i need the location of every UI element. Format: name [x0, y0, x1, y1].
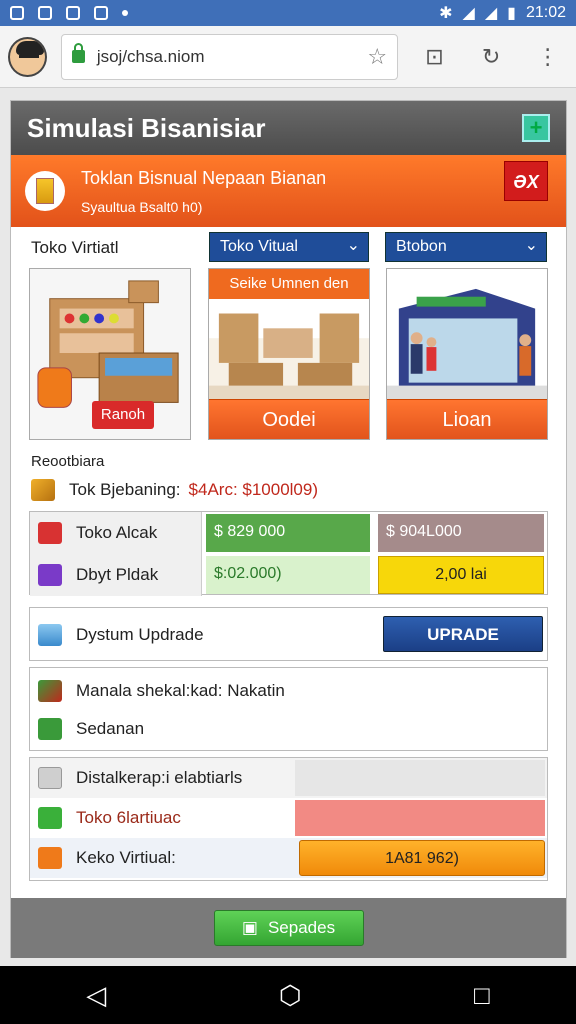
summary-label: Keko Virtiual: [76, 848, 176, 867]
banner-subtitle: Syaultua Bsalt0 h0) [81, 198, 203, 215]
wifi-icon: ◢ [462, 5, 475, 22]
stock-action-button[interactable]: 2,00 lai [378, 556, 544, 594]
banner-badge[interactable]: ƏX [504, 161, 548, 201]
cube-icon [38, 624, 62, 646]
card-tag: Ranoh [92, 401, 154, 429]
info-text: Sedanan [76, 719, 145, 738]
app-title: Simulasi Bisanisiar [27, 112, 266, 143]
stock-value: $ 829 000 [206, 514, 370, 552]
notification-icon [94, 6, 108, 20]
notification-icon [10, 6, 24, 20]
order-button[interactable]: Oodei [209, 399, 369, 439]
store-type-select[interactable]: Toko Vitual ⌄ [209, 232, 369, 262]
star-icon[interactable]: ☆ [367, 44, 387, 70]
recents-icon[interactable]: □ [474, 980, 490, 1011]
location-select[interactable]: Btobon ⌄ [385, 232, 547, 262]
store-card-shop[interactable]: Seike Umnen den Oodei [208, 268, 370, 440]
home-icon[interactable]: ⬡ [279, 980, 302, 1011]
card-header: Seike Umnen den [209, 269, 369, 299]
summary-action-button[interactable]: 1A81 962) [299, 840, 545, 876]
info-panel: Manala shekal:kad: Nakatin Sedanan [29, 667, 548, 751]
budget-value: $4Arc: $1000l09) [188, 480, 319, 499]
store-logo-icon [25, 171, 65, 211]
box-icon [38, 564, 62, 586]
stock-table: Toko Alcak $ 829 000 $ 904L000 Dbyt Plda… [29, 511, 548, 596]
item-icon [38, 522, 62, 544]
signal-icon: ◢ [484, 5, 498, 22]
notification-icon [38, 6, 52, 20]
lock-icon [71, 43, 85, 63]
upgrade-label: Dystum Updrade [76, 625, 204, 644]
dot-icon [122, 10, 128, 16]
address-bar[interactable]: jsoj/chsa.niom ☆ [60, 33, 399, 80]
summary-panel: Distalkerap:i elabtiarls Toko 6lartiuac … [29, 757, 548, 881]
upgrade-panel: Dystum Updrade UPRADE [29, 607, 548, 661]
footer-bar: ▣ Sepades [11, 898, 566, 958]
selector-label: Toko Virtiatl [31, 238, 119, 257]
section-label: Reootbiara [31, 453, 105, 470]
add-button[interactable]: + [522, 114, 550, 142]
gold-icon [31, 479, 55, 501]
stock-row: Dbyt Pldak $:02.000) 2,00 lai [30, 554, 547, 596]
store-banner: Toklan Bisnual Nepaan Bianan Syaultua Bs… [11, 155, 566, 227]
back-icon[interactable]: ◁ [86, 980, 106, 1011]
stock-value: $:02.000) [206, 556, 370, 594]
summary-bar [295, 800, 545, 836]
bag-icon: ▣ [241, 918, 258, 937]
reload-icon[interactable]: ↻ [471, 44, 512, 70]
banner-title: Toklan Bisnual Nepaan Bianan [81, 167, 327, 188]
battery-icon: ▮ [507, 5, 516, 22]
package-icon [38, 847, 62, 869]
package-icon [38, 767, 62, 789]
summary-label: Toko 6lartiuac [76, 808, 181, 827]
summary-bar [295, 760, 545, 796]
budget-label: Tok Bjebaning: [69, 480, 181, 499]
budget-row: Tok Bjebaning: $4Arc: $1000l09) [31, 477, 551, 503]
chevron-down-icon: ⌄ [346, 237, 360, 254]
selector-row: Toko Virtiatl Toko Vitual ⌄ Btobon ⌄ [11, 232, 568, 262]
store-card-building[interactable]: Lioan [386, 268, 548, 440]
browser-toolbar: jsoj/chsa.niom ☆ ⊡ ↻ ⋮ [0, 26, 576, 88]
url-text: jsoj/chsa.niom [96, 46, 205, 66]
store-cards: Ranoh Seike Umnen den Oodei Lioan [29, 268, 549, 440]
clock: 21:02 [525, 4, 566, 21]
store-card-kiosk[interactable]: Ranoh [29, 268, 191, 440]
notification-icon [66, 6, 80, 20]
avatar[interactable] [8, 36, 47, 77]
save-button[interactable]: ▣ Sepades [213, 910, 364, 946]
chevron-down-icon: ⌄ [524, 237, 538, 254]
system-nav-bar: ◁ ⬡ □ [0, 966, 576, 1024]
package-icon [38, 807, 62, 829]
summary-label: Distalkerap:i elabtiarls [76, 768, 243, 787]
menu-icon[interactable]: ⋮ [527, 44, 568, 70]
stock-row: Toko Alcak $ 829 000 $ 904L000 [30, 512, 547, 554]
bluetooth-icon: ✱ [439, 5, 453, 22]
image-icon [38, 718, 62, 740]
stock-value: $ 904L000 [378, 514, 544, 552]
tool-icon [38, 680, 62, 702]
tabs-icon[interactable]: ⊡ [414, 44, 455, 70]
app-window: Simulasi Bisanisiar + Toklan Bisnual Nep… [10, 100, 567, 958]
upgrade-button[interactable]: UPRADE [383, 616, 543, 652]
status-bar: ✱ ◢ ◢ ▮ 21:02 [0, 0, 576, 26]
app-header: Simulasi Bisanisiar + [11, 101, 566, 155]
loan-button[interactable]: Lioan [387, 399, 547, 439]
info-text: Manala shekal:kad: Nakatin [76, 681, 285, 700]
